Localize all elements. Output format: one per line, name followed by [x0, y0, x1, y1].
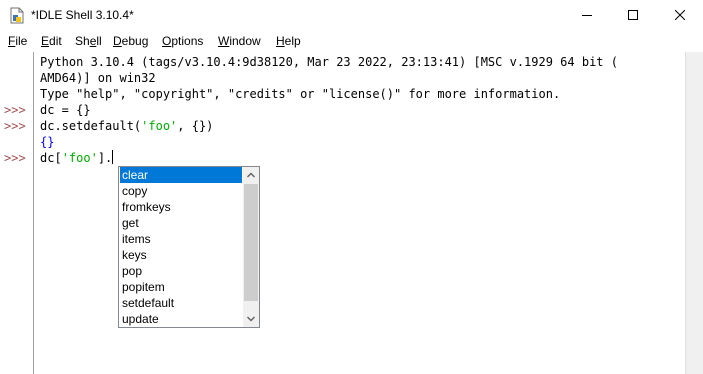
prompt-gutter: >>> >>> >>> [0, 52, 33, 374]
shell-vertical-scrollbar[interactable] [685, 52, 703, 374]
input-line: dc.setdefault('foo', {}) [40, 118, 213, 134]
menu-edit[interactable]: Edit [41, 34, 62, 48]
minimize-icon [582, 15, 592, 16]
autocomplete-item[interactable]: copy [120, 183, 242, 199]
autocomplete-item[interactable]: pop [120, 263, 242, 279]
prompt-marker: >>> [4, 103, 26, 117]
autocomplete-item[interactable]: fromkeys [120, 199, 242, 215]
input-line: dc = {} [40, 103, 91, 117]
menu-file[interactable]: File [8, 34, 27, 48]
prompt-marker: >>> [4, 119, 26, 133]
current-input-line: dc['foo']. [40, 150, 114, 166]
string-literal: 'foo' [141, 119, 178, 133]
menu-window[interactable]: Window [218, 34, 261, 48]
menu-options[interactable]: Options [162, 34, 203, 48]
code-text: dc[ [40, 151, 62, 165]
minimize-button[interactable] [564, 0, 610, 31]
maximize-button[interactable] [610, 0, 656, 31]
banner-line: Type "help", "copyright", "credits" or "… [40, 87, 561, 101]
menu-shell[interactable]: Shell [75, 34, 102, 48]
chevron-up-icon [247, 172, 255, 178]
code-text: ]. [97, 151, 113, 165]
scroll-up-button[interactable] [243, 167, 259, 183]
autocomplete-item[interactable]: get [120, 215, 242, 231]
autocomplete-item[interactable]: clear [120, 167, 242, 183]
scroll-down-button[interactable] [243, 311, 259, 327]
code-text: dc.setdefault( [40, 119, 142, 133]
code-text: , {}) [177, 119, 214, 133]
chevron-down-icon [247, 316, 255, 322]
autocomplete-item[interactable]: keys [120, 247, 242, 263]
title-bar[interactable]: *IDLE Shell 3.10.4* [0, 0, 703, 31]
menu-debug[interactable]: Debug [113, 34, 148, 48]
autocomplete-list[interactable]: clear copy fromkeys get items keys pop p… [120, 167, 242, 327]
scroll-thumb[interactable] [244, 184, 258, 301]
banner-line: AMD64)] on win32 [40, 71, 156, 85]
idle-app-icon [9, 7, 25, 24]
text-cursor [112, 150, 114, 164]
banner-line: Python 3.10.4 (tags/v3.10.4:9d38120, Mar… [40, 55, 618, 69]
close-icon [675, 10, 685, 20]
string-literal: 'foo' [61, 151, 98, 165]
maximize-icon [628, 10, 638, 20]
autocomplete-item[interactable]: items [120, 231, 242, 247]
autocomplete-item[interactable]: update [120, 311, 242, 327]
menu-bar: File Edit Shell Debug Options Window Hel… [0, 31, 703, 51]
autocomplete-item[interactable]: popitem [120, 279, 242, 295]
prompt-marker: >>> [4, 151, 26, 165]
output-line: {} [40, 135, 55, 149]
autocomplete-item[interactable]: setdefault [120, 295, 242, 311]
close-button[interactable] [657, 0, 703, 31]
idle-shell-window: *IDLE Shell 3.10.4* File Edit Shell Debu… [0, 0, 703, 374]
autocomplete-popup[interactable]: clear copy fromkeys get items keys pop p… [118, 166, 260, 328]
window-title: *IDLE Shell 3.10.4* [31, 8, 134, 22]
menu-help[interactable]: Help [276, 34, 301, 48]
autocomplete-scrollbar[interactable] [243, 167, 259, 327]
